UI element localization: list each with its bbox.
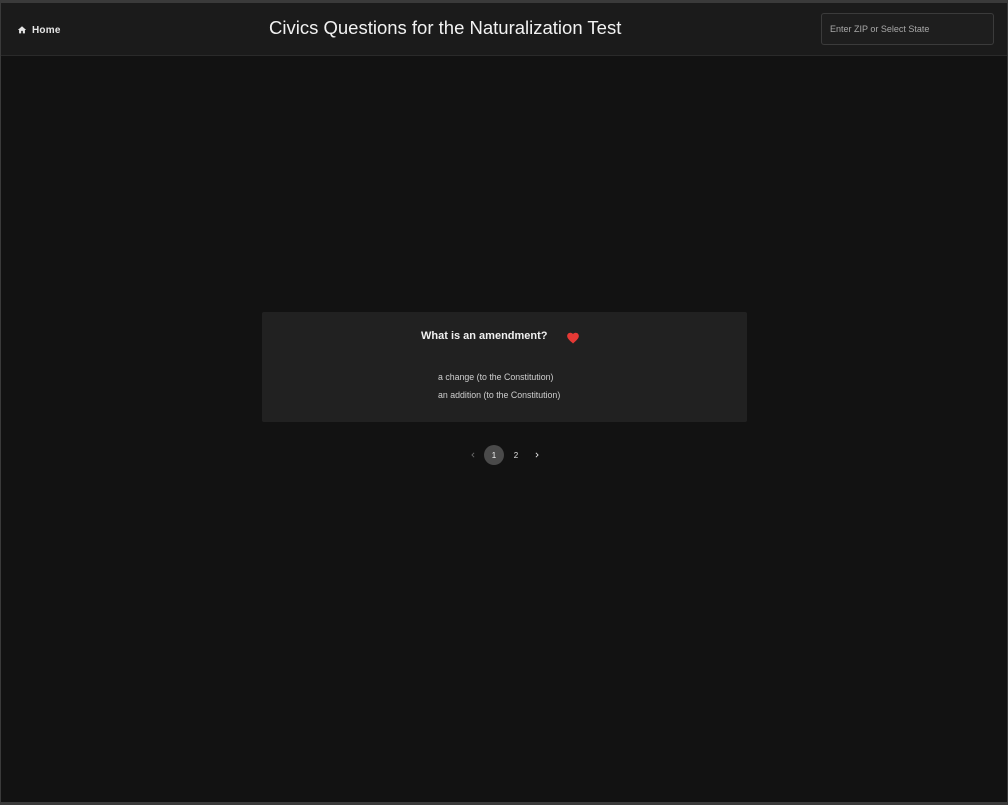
zip-state-input[interactable] — [821, 13, 994, 45]
question-row: What is an amendment? — [262, 330, 747, 346]
page-button-1[interactable]: 1 — [484, 445, 504, 465]
app-window: Home Civics Questions for the Naturaliza… — [1, 3, 1007, 802]
page-button-2[interactable]: 2 — [506, 445, 526, 465]
answer-item: an addition (to the Constitution) — [438, 390, 561, 400]
app-header: Home Civics Questions for the Naturaliza… — [1, 3, 1007, 56]
question-text: What is an amendment? — [421, 330, 548, 342]
page-title: Civics Questions for the Naturalization … — [269, 17, 622, 38]
question-card: What is an amendment? a change (to the C… — [262, 312, 747, 422]
answer-item: a change (to the Constitution) — [438, 372, 554, 382]
answer-list: a change (to the Constitution) an additi… — [438, 368, 560, 404]
heart-icon[interactable] — [566, 331, 580, 345]
home-icon — [17, 25, 27, 35]
home-button[interactable]: Home — [17, 21, 61, 39]
home-label: Home — [32, 24, 61, 36]
chevron-right-icon[interactable] — [527, 445, 547, 465]
chevron-left-icon[interactable] — [463, 445, 483, 465]
pagination: 1 2 — [463, 445, 547, 465]
